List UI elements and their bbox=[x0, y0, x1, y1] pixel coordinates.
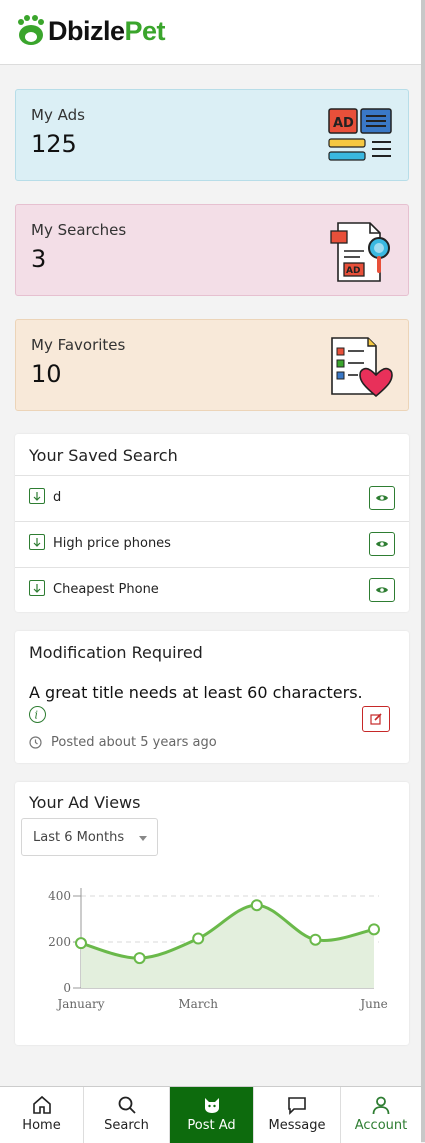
brand-logo[interactable]: DbizlePet bbox=[14, 14, 166, 48]
favorites-list-icon bbox=[331, 337, 393, 398]
x-tick-label: June bbox=[358, 997, 387, 1011]
edit-icon bbox=[370, 713, 382, 725]
edit-ad-button[interactable] bbox=[362, 706, 390, 732]
download-icon bbox=[29, 488, 45, 504]
nav-message[interactable]: Message bbox=[254, 1087, 341, 1143]
svg-text:AD: AD bbox=[333, 116, 354, 131]
modification-message: A great title needs at least 60 characte… bbox=[29, 683, 363, 702]
brand-name-part1: Dbizle bbox=[48, 15, 125, 46]
ad-views-chart: 0 200 400 January March June bbox=[48, 888, 388, 1011]
nav-account[interactable]: Account bbox=[341, 1087, 421, 1143]
my-ads-label: My Ads bbox=[31, 106, 85, 124]
info-icon[interactable]: i bbox=[29, 706, 46, 723]
download-icon bbox=[29, 580, 45, 596]
svg-text:AD: AD bbox=[346, 266, 360, 276]
nav-home[interactable]: Home bbox=[0, 1087, 84, 1143]
nav-home-label: Home bbox=[22, 1118, 61, 1133]
time-range-dropdown[interactable]: Last 6 Months bbox=[21, 818, 158, 856]
time-range-selected: Last 6 Months bbox=[33, 830, 125, 845]
nav-search[interactable]: Search bbox=[84, 1087, 170, 1143]
cat-icon bbox=[204, 1098, 219, 1113]
eye-icon bbox=[376, 495, 388, 501]
clock-icon bbox=[29, 736, 42, 749]
my-searches-label: My Searches bbox=[31, 221, 127, 239]
data-point bbox=[368, 923, 380, 936]
download-icon bbox=[29, 534, 45, 550]
modification-required-card: Modification Required A great title need… bbox=[15, 631, 409, 763]
view-search-button[interactable] bbox=[369, 486, 395, 510]
data-point bbox=[75, 937, 87, 950]
my-favorites-count: 10 bbox=[31, 360, 62, 388]
data-point bbox=[192, 932, 205, 945]
view-search-button[interactable] bbox=[369, 578, 395, 602]
paw-logo-icon bbox=[18, 15, 44, 45]
ads-icon: AD bbox=[328, 108, 392, 161]
x-tick-label: March bbox=[178, 997, 218, 1011]
nav-post-ad-label: Post Ad bbox=[187, 1118, 236, 1133]
my-ads-card[interactable]: My Ads 125 AD bbox=[15, 89, 409, 181]
view-search-button[interactable] bbox=[369, 532, 395, 556]
bottom-nav: Home Search Post Ad Message Account bbox=[0, 1086, 421, 1143]
page-scrollbar[interactable] bbox=[421, 0, 425, 1142]
y-tick-label: 400 bbox=[48, 889, 71, 903]
x-tick-label: January bbox=[55, 997, 104, 1011]
saved-search-text: High price phones bbox=[53, 536, 171, 551]
chevron-down-icon bbox=[139, 836, 147, 841]
ad-views-title: Your Ad Views bbox=[29, 793, 141, 812]
home-icon bbox=[32, 1095, 51, 1114]
my-ads-count: 125 bbox=[31, 130, 77, 158]
app-header: DbizlePet bbox=[0, 0, 421, 65]
y-tick-label: 0 bbox=[63, 981, 71, 995]
brand-name-part2: Pet bbox=[124, 15, 166, 46]
my-favorites-label: My Favorites bbox=[31, 336, 126, 354]
nav-search-label: Search bbox=[104, 1118, 149, 1133]
saved-search-text: d bbox=[53, 490, 62, 505]
y-tick-label: 200 bbox=[48, 935, 71, 949]
saved-search-row[interactable]: Cheapest Phone bbox=[15, 567, 409, 614]
svg-text:i: i bbox=[35, 709, 39, 722]
posted-time: Posted about 5 years ago bbox=[51, 735, 217, 750]
search-document-icon: AD bbox=[330, 222, 390, 282]
eye-icon bbox=[376, 587, 388, 593]
nav-message-label: Message bbox=[268, 1118, 326, 1133]
nav-post-ad[interactable]: Post Ad bbox=[170, 1087, 254, 1143]
my-searches-count: 3 bbox=[31, 245, 47, 273]
data-point bbox=[309, 933, 322, 946]
saved-search-title: Your Saved Search bbox=[29, 446, 178, 465]
user-icon bbox=[372, 1096, 390, 1115]
message-icon bbox=[288, 1097, 306, 1115]
search-icon bbox=[118, 1096, 136, 1114]
ad-views-card: Your Ad Views Last 6 Months 0 200 400 Janua… bbox=[15, 782, 409, 1045]
saved-search-row[interactable]: d bbox=[15, 475, 409, 522]
data-point bbox=[250, 899, 263, 912]
my-favorites-card[interactable]: My Favorites 10 bbox=[15, 319, 409, 411]
nav-account-label: Account bbox=[354, 1118, 408, 1133]
modification-title: Modification Required bbox=[29, 643, 203, 662]
saved-search-text: Cheapest Phone bbox=[53, 582, 159, 597]
data-point bbox=[133, 952, 146, 965]
saved-search-card: Your Saved Search d High price phones Ch… bbox=[15, 434, 409, 612]
my-searches-card[interactable]: My Searches 3 AD bbox=[15, 204, 409, 296]
eye-icon bbox=[376, 541, 388, 547]
saved-search-row[interactable]: High price phones bbox=[15, 521, 409, 568]
